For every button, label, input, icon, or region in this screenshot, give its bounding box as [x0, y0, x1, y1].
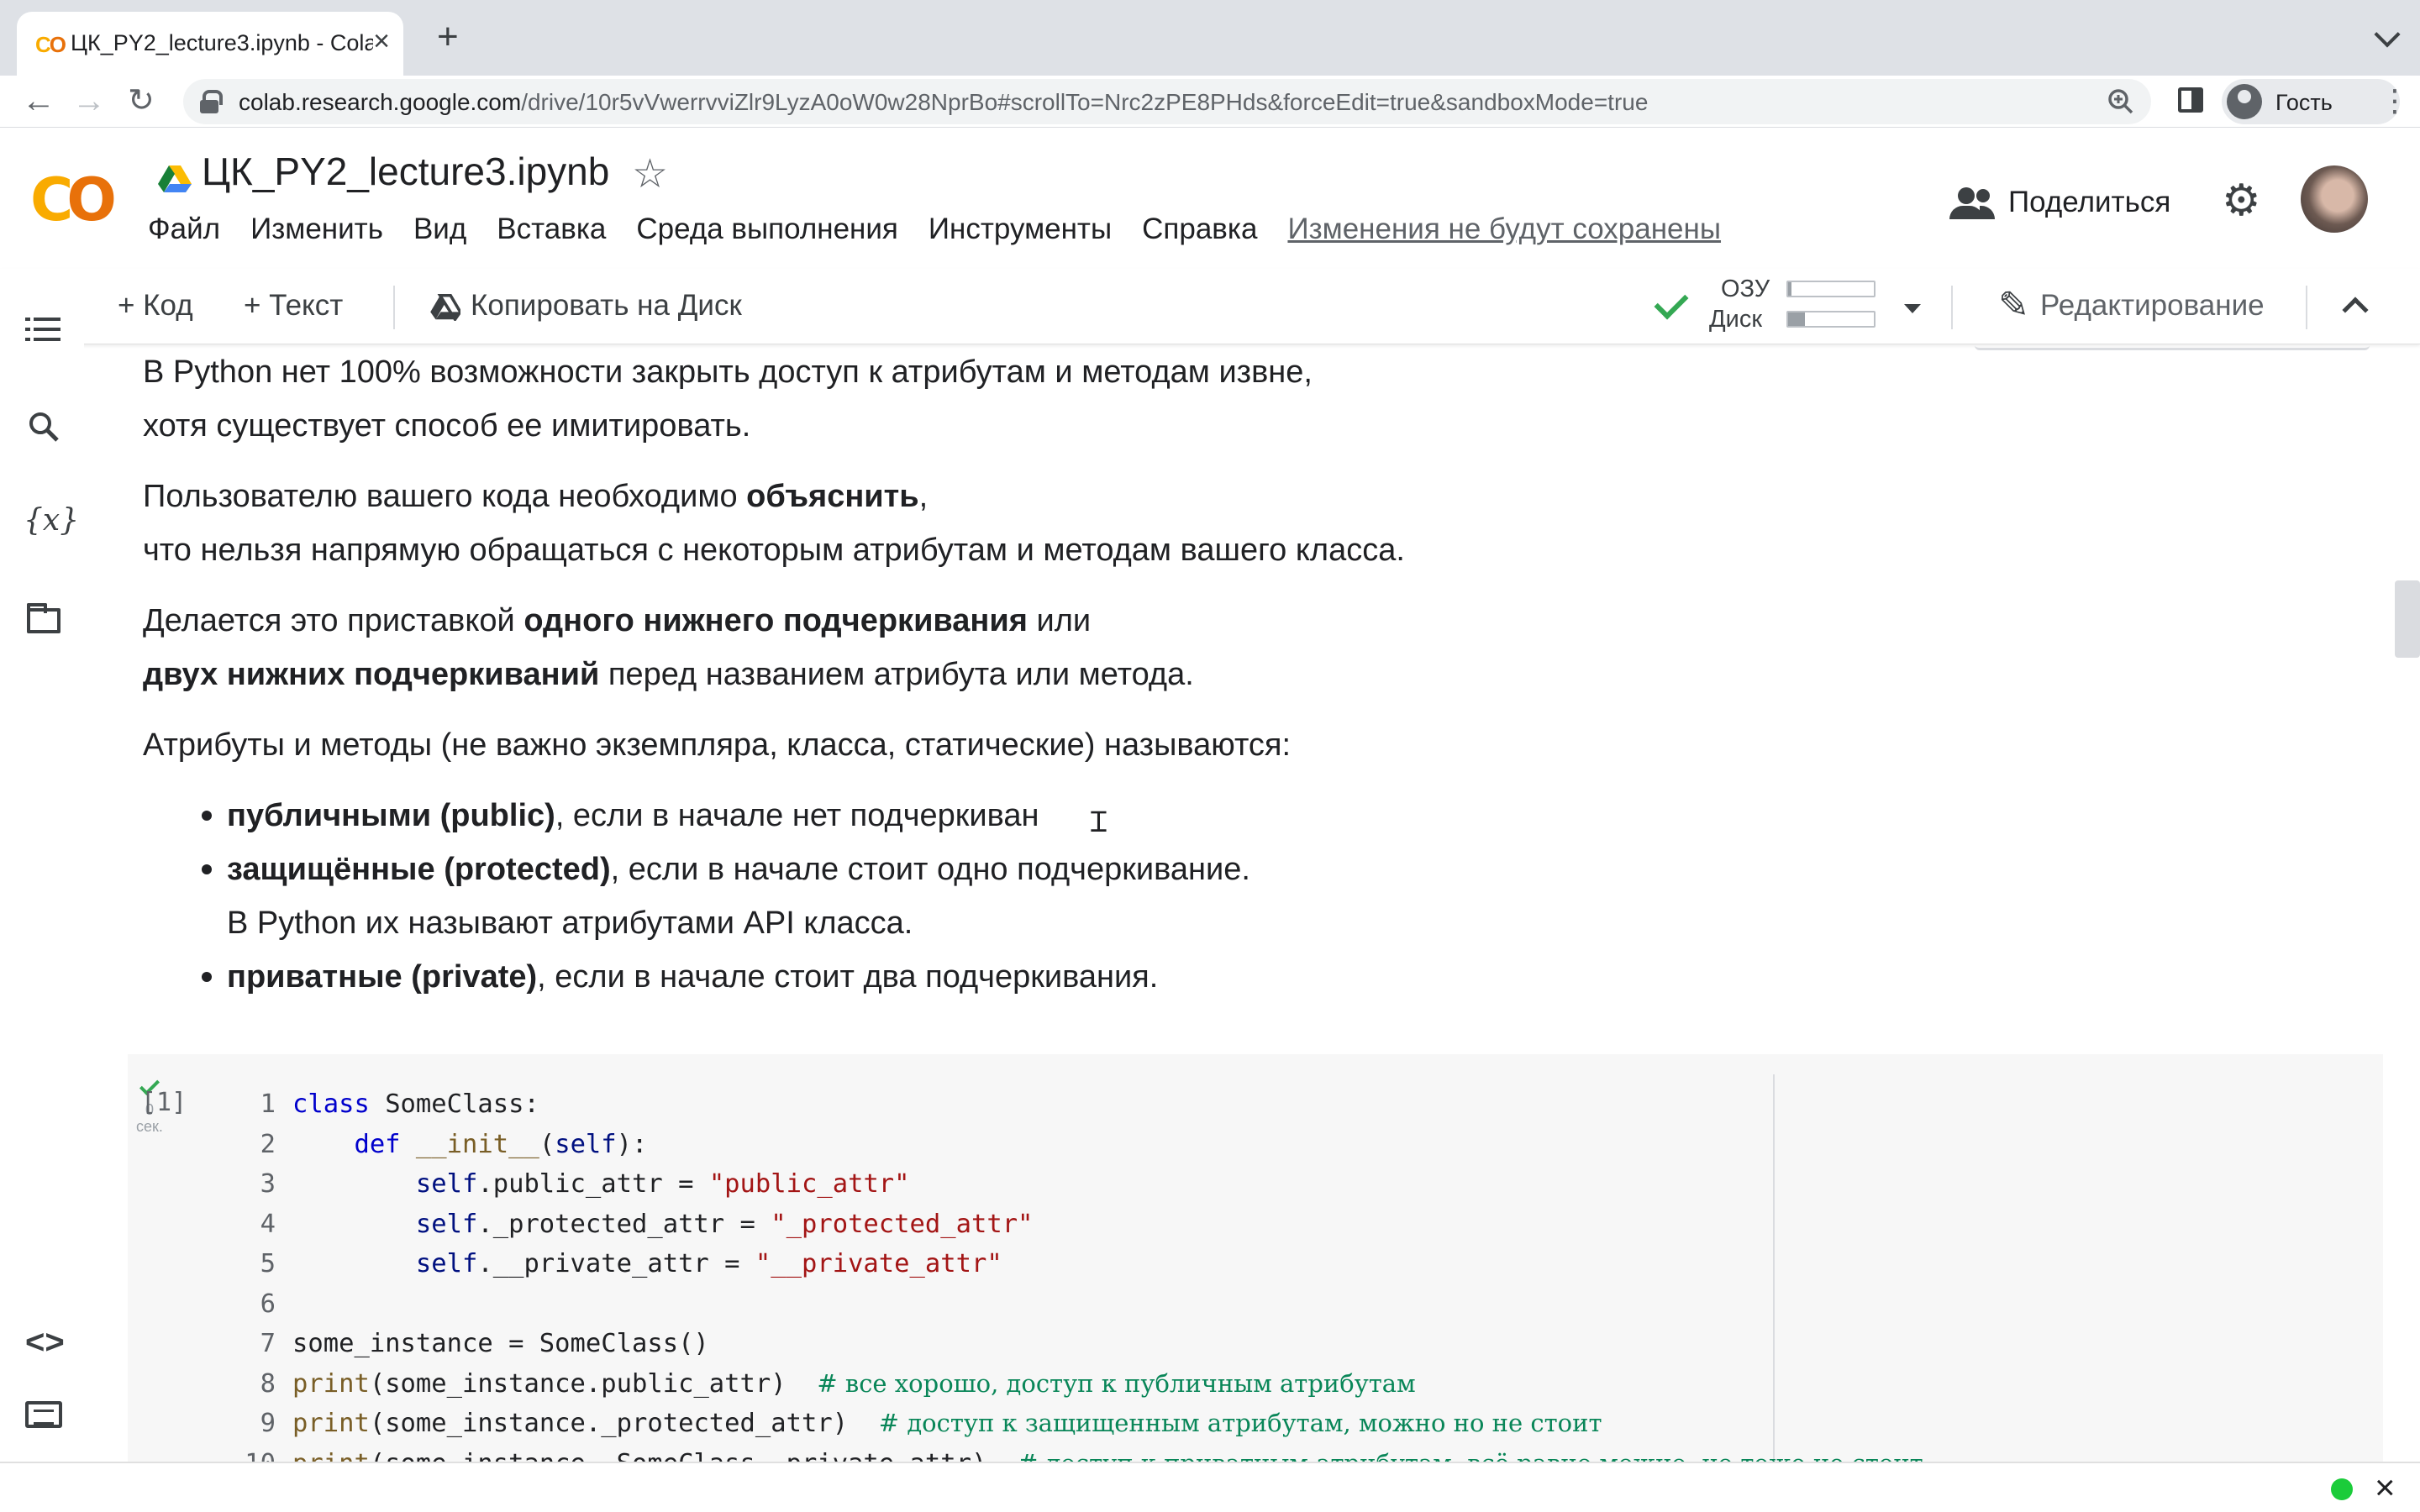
- code-snippets-icon[interactable]: <>: [25, 1324, 65, 1361]
- disk-usage-bar[interactable]: [1786, 311, 1876, 328]
- profile-button[interactable]: Гость: [2222, 79, 2400, 124]
- notebook-scrollbar[interactable]: [2395, 345, 2420, 1462]
- notebook-toolbar: + Код + Текст Копировать на Диск ОЗУ Дис…: [0, 269, 2420, 344]
- connected-check-icon: [1654, 285, 1689, 320]
- ram-usage-fill: [1788, 282, 1792, 296]
- disk-label: Диск: [1709, 306, 1763, 333]
- left-sidebar: [0, 269, 84, 1462]
- code-cell[interactable]: 0 сек. [1] 1 class SomeClass: 2 def __ini…: [128, 1054, 2383, 1462]
- menu-tools[interactable]: Инструменты: [929, 213, 1112, 249]
- address-bar[interactable]: colab.research.google.com/drive/10r5vVwe…: [183, 79, 2151, 124]
- colab-header: CO ЦК_PY2_lecture3.ipynb ☆ Файл Изменить…: [0, 129, 2420, 268]
- toolbar-divider: [2306, 286, 2307, 329]
- disk-usage-fill: [1788, 312, 1806, 326]
- ram-label: ОЗУ: [1721, 276, 1770, 302]
- drive-copy-icon[interactable]: [430, 294, 460, 321]
- unsaved-changes-link[interactable]: Изменения не будут сохранены: [1287, 213, 1721, 249]
- toolbar-divider: [1951, 286, 1953, 329]
- paragraph: Делается это приставкой одного нижнего п…: [143, 603, 1194, 692]
- list-item: защищённые (protected), если в начале ст…: [202, 843, 2328, 950]
- list-item: публичными (public), если в начале нет п…: [202, 789, 2328, 843]
- paragraph: Пользователю вашего кода необходимо объя…: [143, 479, 1405, 568]
- text-cursor-icon: Ɪ: [1091, 806, 1107, 838]
- profile-label: Гость: [2275, 90, 2333, 115]
- paragraph: Атрибуты и методы (не важно экземпляра, …: [143, 727, 1292, 763]
- code-editor[interactable]: 1 class SomeClass: 2 def __init__(self): …: [220, 1084, 1923, 1462]
- forward-arrow-icon[interactable]: →: [72, 81, 106, 121]
- browser-tab[interactable]: CO ЦК_PY2_lecture3.ipynb - Colab ×: [17, 12, 403, 76]
- menu-insert[interactable]: Вставка: [497, 213, 606, 249]
- tab-search-chevron-icon[interactable]: [2374, 21, 2401, 48]
- editing-mode-button[interactable]: Редактирование: [2040, 289, 2265, 323]
- notebook-title[interactable]: ЦК_PY2_lecture3.ipynb: [202, 149, 609, 194]
- table-of-contents-icon[interactable]: [25, 318, 60, 343]
- files-folder-icon[interactable]: [27, 603, 60, 633]
- resources-dropdown-icon[interactable]: [1904, 304, 1921, 313]
- menu-help[interactable]: Справка: [1142, 213, 1257, 249]
- share-button[interactable]: Поделиться: [1949, 179, 2170, 226]
- add-code-cell-button[interactable]: + Код: [118, 289, 193, 323]
- people-icon: [1949, 187, 1995, 219]
- tab-title: ЦК_PY2_lecture3.ipynb - Colab: [71, 30, 373, 55]
- menu-bar: Файл Изменить Вид Вставка Среда выполнен…: [148, 213, 1721, 249]
- markdown-cell[interactable]: В Python нет 100% возможности закрыть до…: [143, 345, 2328, 1004]
- toolbar-divider: [393, 286, 395, 329]
- command-palette-icon[interactable]: [25, 1401, 62, 1428]
- menu-view[interactable]: Вид: [413, 213, 466, 249]
- search-icon[interactable]: [27, 410, 60, 444]
- colab-logo[interactable]: CO: [30, 165, 117, 234]
- reload-icon[interactable]: ↻: [128, 81, 155, 121]
- settings-gear-icon[interactable]: ⚙: [2222, 176, 2261, 226]
- zoom-icon[interactable]: [2107, 88, 2134, 115]
- new-tab-button[interactable]: +: [437, 17, 459, 57]
- url-text[interactable]: colab.research.google.com/drive/10r5vVwe…: [239, 89, 1648, 116]
- close-status-icon[interactable]: ×: [2375, 1470, 2396, 1505]
- close-tab-icon[interactable]: ×: [373, 27, 390, 55]
- browser-menu-icon[interactable]: ⋮: [2380, 82, 2410, 119]
- lock-icon[interactable]: [200, 90, 223, 113]
- copy-to-drive-button[interactable]: Копировать на Диск: [471, 289, 742, 323]
- list-item: приватные (private), если в начале стоит…: [202, 950, 2328, 1004]
- notebook-content[interactable]: В Python нет 100% возможности закрыть до…: [84, 345, 2383, 1462]
- scrollbar-thumb[interactable]: [2395, 580, 2420, 658]
- back-arrow-icon[interactable]: ←: [22, 81, 55, 121]
- add-text-cell-button[interactable]: + Текст: [244, 289, 343, 323]
- bullet-list: публичными (public), если в начале нет п…: [143, 789, 2328, 1004]
- browser-tab-strip: CO ЦК_PY2_lecture3.ipynb - Colab × +: [0, 0, 2420, 76]
- user-avatar[interactable]: [2301, 165, 2368, 233]
- paragraph: В Python нет 100% возможности закрыть до…: [143, 354, 1313, 444]
- guest-avatar-icon: [2227, 84, 2262, 119]
- star-icon[interactable]: ☆: [632, 150, 668, 197]
- side-panel-icon[interactable]: [2178, 87, 2203, 113]
- browser-toolbar: ← → ↻ colab.research.google.com/drive/10…: [0, 76, 2420, 128]
- pencil-icon[interactable]: ✎: [1998, 284, 2029, 327]
- variables-icon[interactable]: {x}: [24, 502, 79, 539]
- google-drive-icon[interactable]: [158, 164, 192, 194]
- collapse-header-icon[interactable]: [2342, 297, 2369, 323]
- menu-runtime[interactable]: Среда выполнения: [636, 213, 898, 249]
- menu-file[interactable]: Файл: [148, 213, 220, 249]
- execution-count[interactable]: [1]: [141, 1088, 187, 1117]
- ram-usage-bar[interactable]: [1786, 281, 1876, 297]
- status-bar: ×: [0, 1462, 2420, 1512]
- execution-time-unit: сек.: [136, 1118, 163, 1135]
- runtime-status-dot[interactable]: [2331, 1478, 2353, 1500]
- colab-favicon-icon: CO: [35, 32, 66, 57]
- menu-edit[interactable]: Изменить: [250, 213, 383, 249]
- share-label: Поделиться: [2008, 186, 2171, 218]
